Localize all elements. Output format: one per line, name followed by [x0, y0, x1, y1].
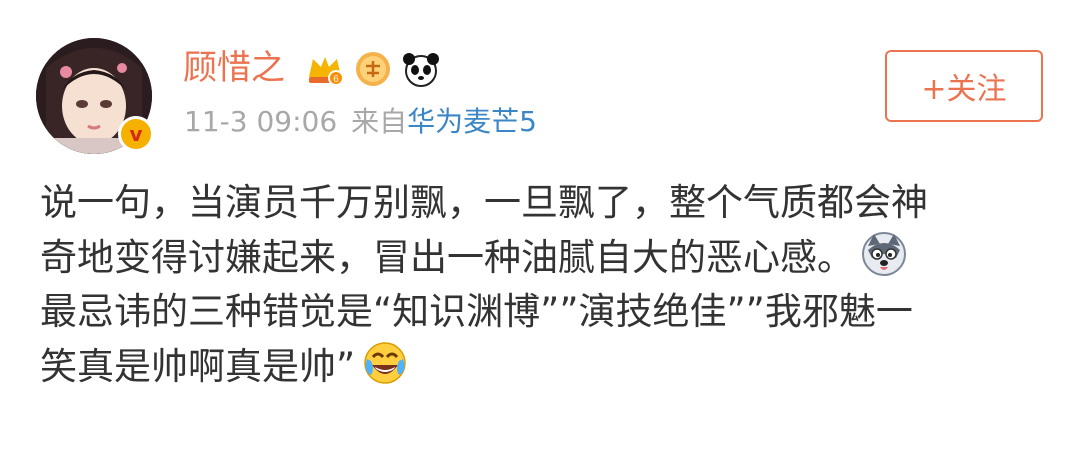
post-text-line: 奇地变得讨嫌起来，冒出一种油腻自大的恶心感。 [40, 236, 854, 279]
post-text-line-with-emoji: 奇地变得讨嫌起来，冒出一种油腻自大的恶心感。 [40, 230, 1050, 285]
follow-button[interactable]: +关注 [885, 50, 1043, 122]
post-text: 说一句，当演员千万别飘，一旦飘了，整个气质都会神 奇地变得讨嫌起来，冒出一种油腻… [40, 176, 1050, 394]
post-text-line-with-emoji: 笑真是帅啊真是帅” [40, 339, 1050, 394]
crown-level-6-badge-icon[interactable]: 6 [305, 49, 345, 89]
answer-badge-icon[interactable] [353, 49, 393, 89]
username[interactable]: 顾惜之 [183, 48, 285, 88]
verified-badge: v [118, 116, 154, 152]
avatar[interactable]: v [36, 38, 154, 154]
post-text-line: 最忌讳的三种错觉是“知识渊博””演技绝佳””我邪魅一 [40, 290, 913, 333]
panda-badge-icon[interactable] [401, 49, 441, 89]
husky-emoji-icon [862, 232, 906, 276]
post-timestamp: 11-3 09:06 [184, 105, 338, 138]
laughing-tears-emoji-icon [364, 342, 406, 384]
post-text-line: 说一句，当演员千万别飘，一旦飘了，整个气质都会神 [40, 181, 928, 224]
svg-text:6: 6 [333, 74, 339, 85]
source-device-link[interactable]: 华为麦芒5 [407, 105, 537, 138]
post-text-line: 笑真是帅啊真是帅” [40, 345, 356, 388]
post-meta: 11-3 09:06 来自华为麦芒5 [184, 104, 537, 140]
user-badges: 6 [305, 49, 441, 89]
source-label: 来自 [351, 105, 408, 138]
